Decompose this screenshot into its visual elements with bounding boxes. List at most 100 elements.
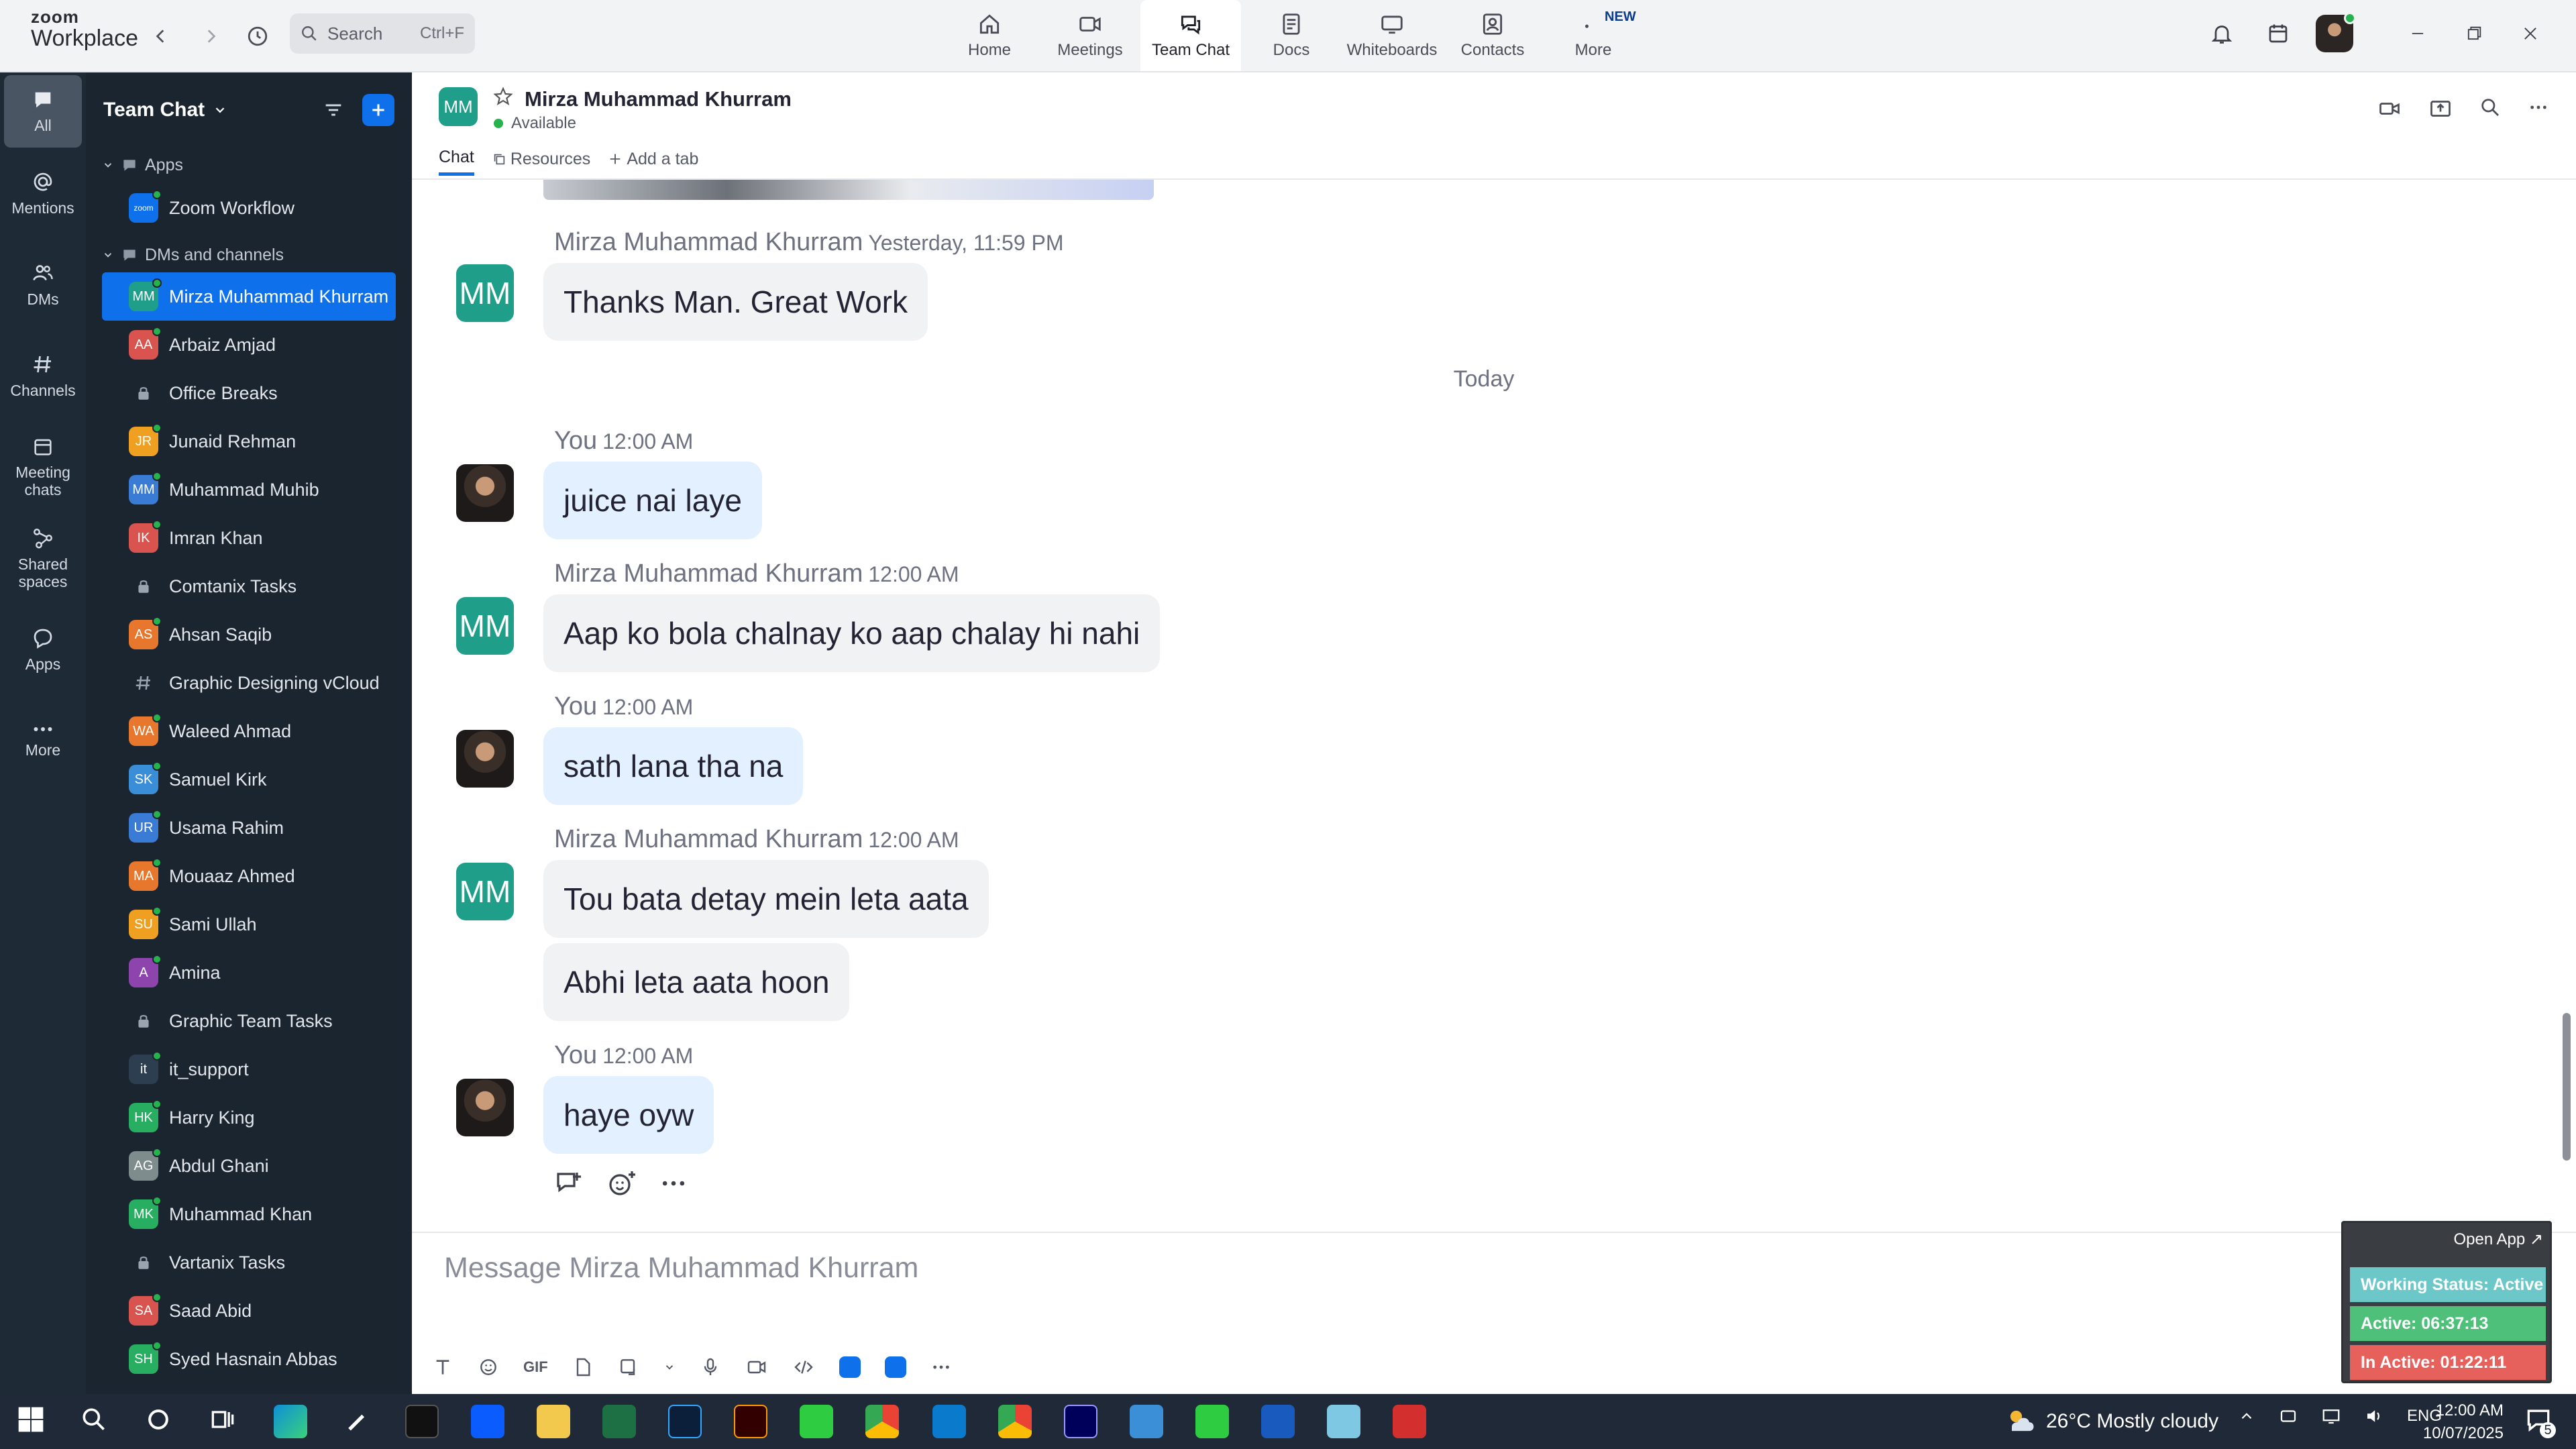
contact-avatar[interactable]: MM <box>439 87 478 126</box>
sidebar-item[interactable]: MA Mouaaz Ahmed <box>102 852 396 900</box>
notification-center-icon[interactable]: 5 <box>2524 1405 2557 1438</box>
search-icon[interactable] <box>79 1405 113 1438</box>
pen-icon[interactable] <box>342 1405 376 1438</box>
sidebar-item[interactable]: MM Muhammad Muhib <box>102 466 396 514</box>
screenshot-icon[interactable] <box>618 1356 639 1378</box>
windows-start-icon[interactable] <box>16 1405 50 1438</box>
sender-avatar[interactable] <box>456 730 514 788</box>
tab-chat[interactable]: Chat <box>439 148 474 176</box>
search-input[interactable]: Search Ctrl+F <box>290 13 475 54</box>
app-green-icon-2[interactable] <box>1195 1405 1229 1438</box>
close-icon[interactable] <box>2512 15 2549 52</box>
sidebar-item[interactable]: Comtanix Tasks <box>102 562 396 610</box>
back-icon[interactable] <box>142 17 180 55</box>
weather-text[interactable]: 26°C Mostly cloudy <box>2046 1410 2218 1433</box>
sidebar-item[interactable]: HK Harry King <box>102 1093 396 1142</box>
chevron-down-icon[interactable] <box>213 103 227 117</box>
add-reaction-icon[interactable] <box>606 1169 639 1198</box>
network-icon[interactable] <box>2321 1406 2341 1426</box>
sender-avatar[interactable]: MM <box>456 264 514 322</box>
sidebar-item-zoom-workflow[interactable]: zoom Zoom Workflow <box>102 182 396 233</box>
zoom-taskbar-icon[interactable] <box>471 1405 504 1438</box>
photoshop-icon[interactable] <box>668 1405 702 1438</box>
sidebar-item[interactable]: SU Sami Ullah <box>102 900 396 949</box>
sidebar-item[interactable]: Office Breaks <box>102 369 396 417</box>
sidebar-item[interactable]: AA Arbaiz Amjad <box>102 321 396 369</box>
word-icon[interactable] <box>1261 1405 1295 1438</box>
message-bubble[interactable]: haye oyw <box>543 1076 714 1154</box>
nav-tab-team-chat[interactable]: Team Chat <box>1140 0 1241 71</box>
sidebar-item[interactable]: AS Ahsan Saqib <box>102 610 396 659</box>
star-icon[interactable] <box>492 86 514 107</box>
message-bubble[interactable]: juice nai laye <box>543 462 762 539</box>
vscode-icon[interactable] <box>932 1405 966 1438</box>
nav-tab-contacts[interactable]: Contacts <box>1442 0 1543 71</box>
sidebar-item[interactable]: MM Mirza Muhammad Khurram <box>102 272 396 321</box>
filter-icon[interactable] <box>322 99 345 121</box>
video-call-icon[interactable] <box>2377 97 2402 121</box>
chrome-icon[interactable] <box>865 1405 899 1438</box>
message-input[interactable]: Message Mirza Muhammad Khurram <box>444 1252 918 1285</box>
system-clock[interactable]: 12:00 AM 10/07/2025 <box>2423 1399 2504 1445</box>
sidebar-item[interactable]: IK Imran Khan <box>102 514 396 562</box>
sender-avatar[interactable] <box>456 464 514 522</box>
scrollbar-thumb[interactable] <box>2563 1013 2571 1161</box>
sender-name[interactable]: You <box>554 1041 597 1069</box>
cortana-icon[interactable] <box>144 1405 177 1438</box>
sidebar-item[interactable]: Graphic Team Tasks <box>102 997 396 1045</box>
volume-icon[interactable] <box>2364 1406 2384 1426</box>
sidebar-item[interactable]: Graphic Designing vCloud <box>102 659 396 707</box>
image-attachment[interactable] <box>543 180 1154 200</box>
nav-tab-more[interactable]: NEW More <box>1543 0 1644 71</box>
sidebar-title[interactable]: Team Chat <box>103 99 205 121</box>
rail-item-channels[interactable]: Channels <box>0 330 86 421</box>
terminal-icon[interactable] <box>405 1405 439 1438</box>
video-message-icon[interactable] <box>745 1356 768 1378</box>
acrobat-icon[interactable] <box>1393 1405 1426 1438</box>
rail-item-all[interactable]: All <box>4 75 82 148</box>
excel-icon[interactable] <box>602 1405 636 1438</box>
sidebar-item[interactable]: it it_support <box>102 1045 396 1093</box>
illustrator-icon[interactable] <box>734 1405 767 1438</box>
sender-avatar[interactable] <box>456 1079 514 1136</box>
rail-item-more[interactable]: More <box>0 695 86 786</box>
sidebar-item[interactable]: SH Syed Hasnain Abbas <box>102 1335 396 1383</box>
more-options-icon[interactable] <box>2528 97 2549 121</box>
new-chat-button[interactable] <box>362 94 394 126</box>
emoji-icon[interactable] <box>478 1356 499 1378</box>
dms-section-header[interactable]: DMs and channels <box>86 237 412 272</box>
more-options-icon[interactable] <box>930 1356 952 1378</box>
app-light-icon[interactable] <box>1327 1405 1360 1438</box>
rail-item-meeting-chats[interactable]: Meeting chats <box>0 421 86 513</box>
tab-resources[interactable]: Resources <box>492 150 590 174</box>
file-icon[interactable] <box>572 1356 594 1378</box>
message-bubble[interactable]: Tou bata detay mein leta aata <box>543 860 989 938</box>
microphone-icon[interactable] <box>700 1356 721 1378</box>
restore-icon[interactable] <box>2455 15 2493 52</box>
sender-name[interactable]: You <box>554 427 597 455</box>
gif-button[interactable]: GIF <box>523 1358 548 1376</box>
sidebar-item[interactable]: SK Samuel Kirk <box>102 755 396 804</box>
edge-browser-icon[interactable] <box>274 1405 307 1438</box>
reply-thread-icon[interactable] <box>554 1169 586 1198</box>
search-icon[interactable] <box>2479 97 2501 121</box>
sidebar-item[interactable]: A Amina <box>102 949 396 997</box>
chevron-down-icon[interactable] <box>663 1361 676 1373</box>
sidebar-item[interactable]: SA Saad Abid <box>102 1287 396 1335</box>
chrome-profile-icon[interactable] <box>998 1405 1032 1438</box>
sender-name[interactable]: You <box>554 692 597 720</box>
nav-tab-whiteboards[interactable]: Whiteboards <box>1342 0 1442 71</box>
meet-now-icon[interactable] <box>2278 1406 2298 1426</box>
sender-name[interactable]: Mirza Muhammad Khurram <box>554 228 863 256</box>
whiteboard-share-icon[interactable] <box>884 1356 906 1378</box>
code-block-icon[interactable] <box>792 1356 815 1378</box>
sender-avatar[interactable]: MM <box>456 863 514 920</box>
premiere-icon[interactable] <box>1064 1405 1097 1438</box>
sidebar-item[interactable]: UR Usama Rahim <box>102 804 396 852</box>
open-app-link[interactable]: Open App ↗ <box>2453 1230 2543 1249</box>
share-screen-icon[interactable] <box>2428 97 2453 121</box>
message-bubble[interactable]: Thanks Man. Great Work <box>543 263 928 341</box>
sidebar-item[interactable]: AG Abdul Ghani <box>102 1142 396 1190</box>
contact-name[interactable]: Mirza Muhammad Khurram <box>525 87 792 111</box>
rail-item-shared-spaces[interactable]: Shared spaces <box>0 513 86 604</box>
